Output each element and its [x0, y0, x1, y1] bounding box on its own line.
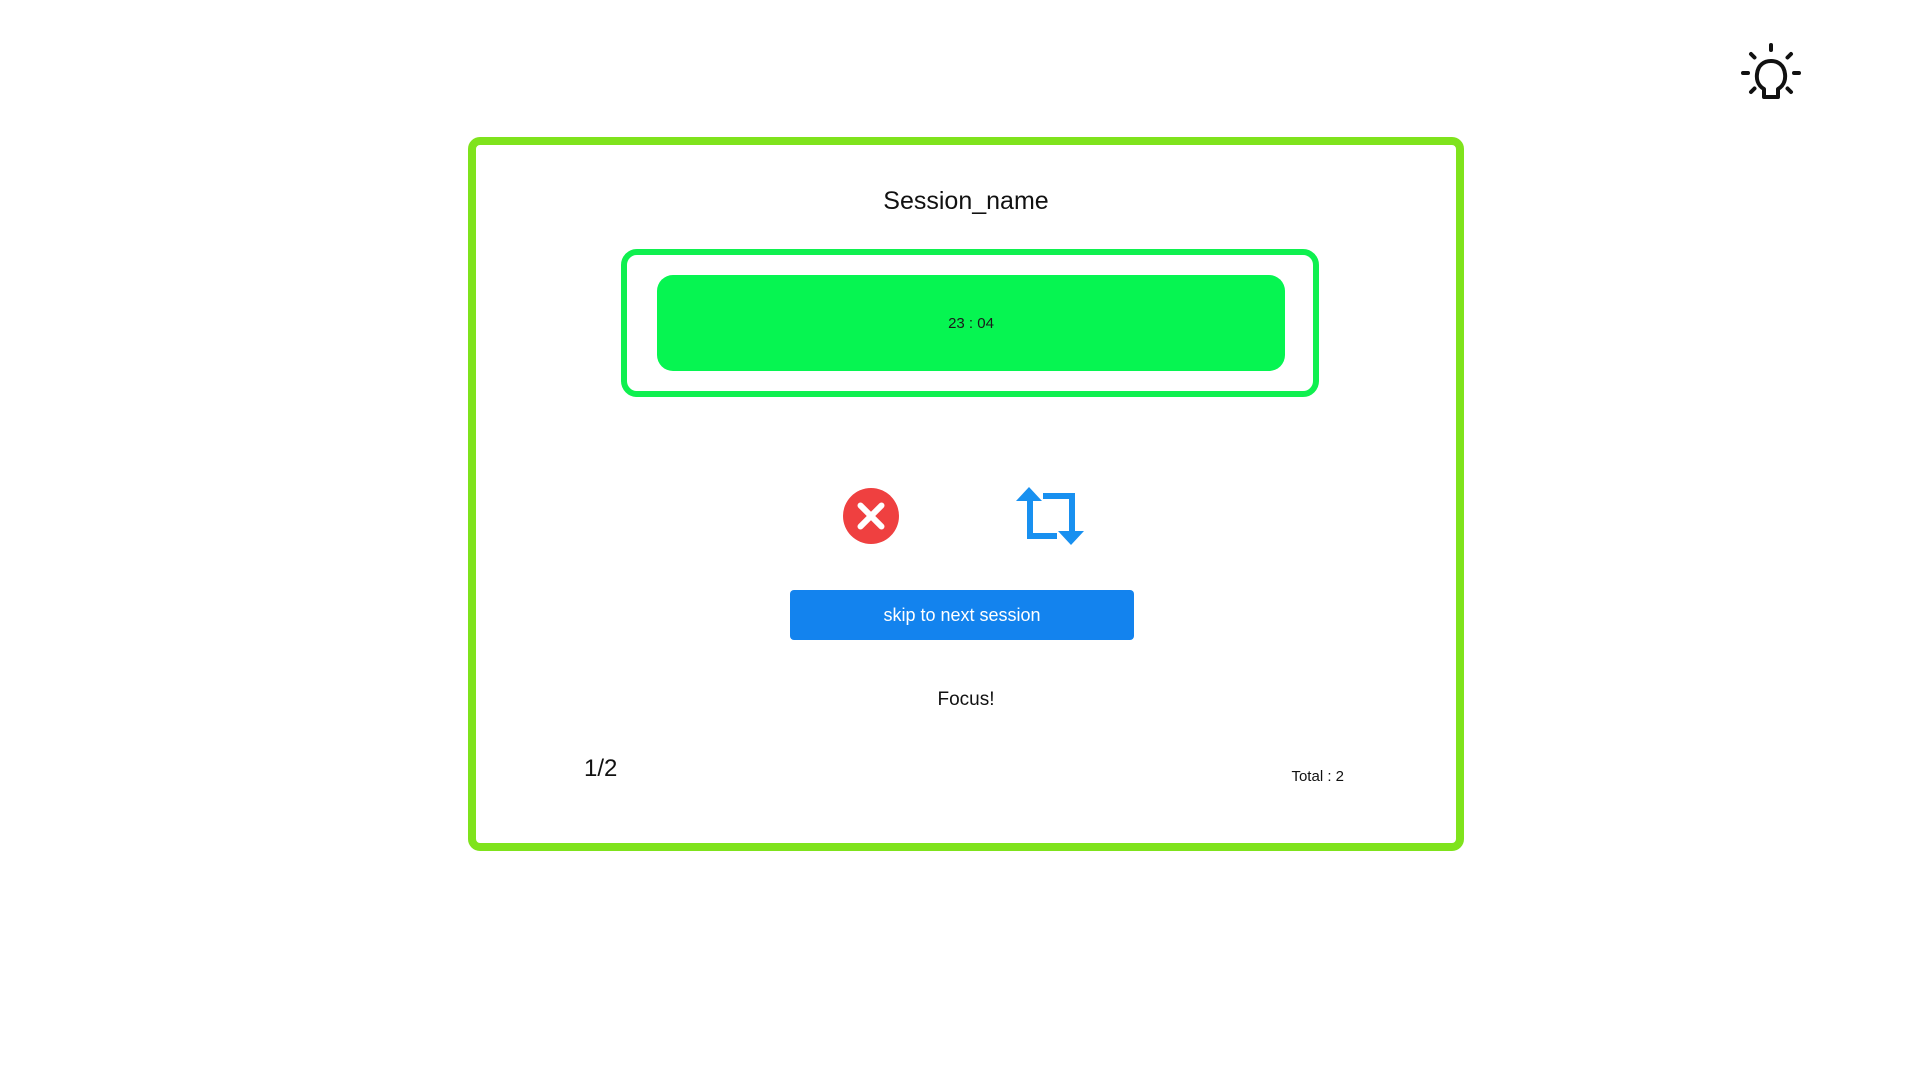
timer-text: 23 : 04 [948, 314, 994, 332]
cancel-session-button[interactable] [843, 488, 899, 544]
repeat-icon [1016, 487, 1084, 545]
focus-page: Session_name 23 : 04 skip to next sessio… [0, 0, 1920, 1080]
timer-display: 23 : 04 [657, 275, 1285, 371]
lightbulb-icon [1741, 43, 1801, 99]
repeat-session-button[interactable] [1016, 487, 1084, 545]
theme-toggle-button[interactable] [1740, 42, 1802, 104]
total-sessions: Total : 2 [1291, 768, 1344, 785]
session-progress: 1/2 [584, 755, 618, 782]
status-text: Focus! [937, 689, 995, 710]
session-title: Session_name [883, 187, 1049, 215]
close-circle-icon [843, 488, 899, 544]
session-card: Session_name 23 : 04 skip to next sessio… [468, 137, 1464, 851]
timer-frame: 23 : 04 [621, 249, 1319, 397]
skip-to-next-session-button[interactable]: skip to next session [790, 590, 1134, 640]
